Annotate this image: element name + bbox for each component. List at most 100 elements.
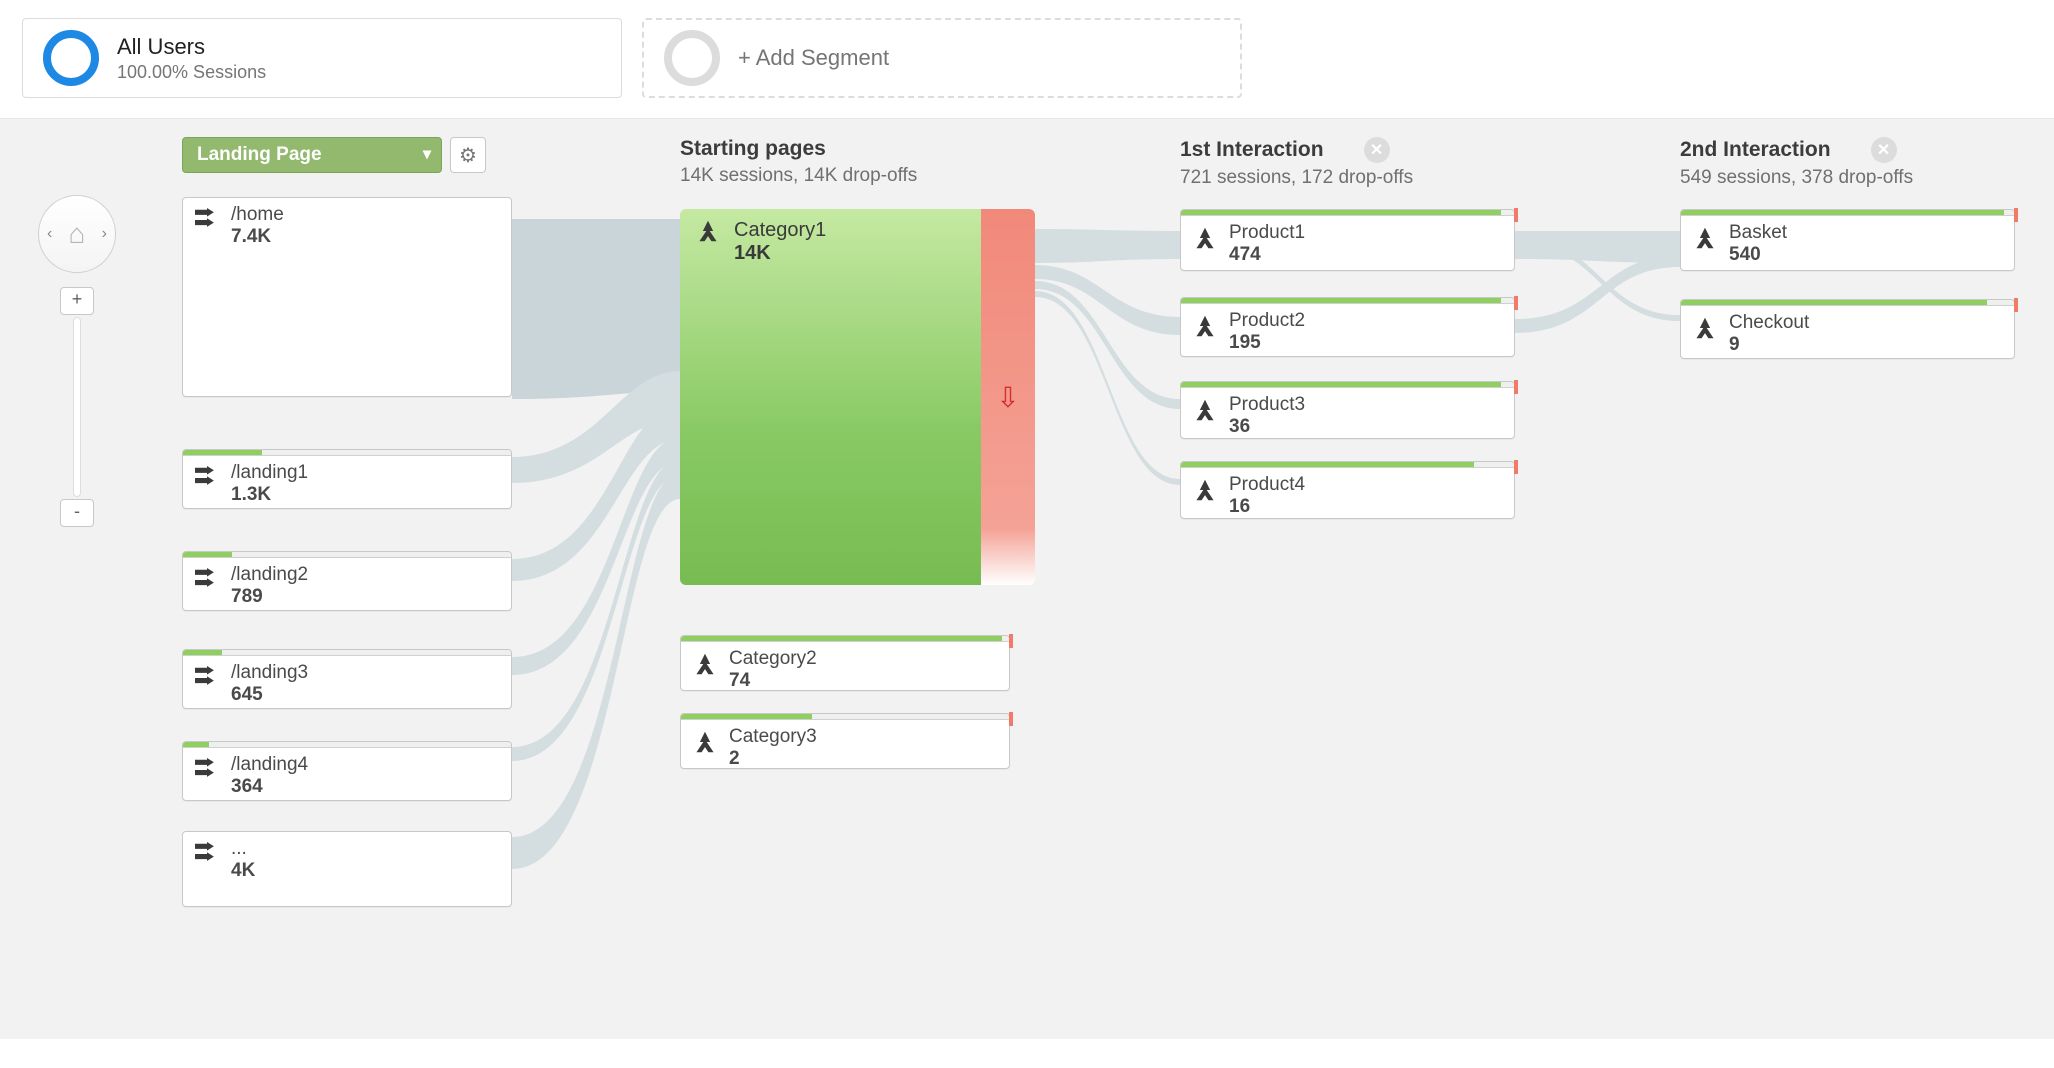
segment-all-users[interactable]: All Users 100.00% Sessions bbox=[22, 18, 622, 98]
source-node-more[interactable]: ... 4K bbox=[182, 831, 512, 907]
zoom-out-button[interactable]: - bbox=[60, 499, 94, 527]
node-label: /landing2 bbox=[231, 564, 308, 586]
node-value: 474 bbox=[1229, 244, 1305, 266]
column-subtitle: 721 sessions, 172 drop-offs bbox=[1180, 167, 1515, 189]
dimension-dropdown-label: Landing Page bbox=[197, 144, 322, 165]
interaction-node[interactable]: Product3 36 bbox=[1180, 381, 1515, 439]
column-title: 1st Interaction bbox=[1180, 138, 1324, 162]
source-node[interactable]: /landing1 1.3K bbox=[182, 449, 512, 509]
node-label: Product3 bbox=[1229, 394, 1305, 416]
source-node[interactable]: /landing4 364 bbox=[182, 741, 512, 801]
node-label: Checkout bbox=[1729, 312, 1809, 334]
interaction-node[interactable]: Checkout 9 bbox=[1680, 299, 2015, 359]
start-node-category1[interactable]: Category1 14K ⇩ bbox=[680, 209, 1035, 585]
node-value: 2 bbox=[729, 748, 817, 770]
column-subtitle: 14K sessions, 14K drop-offs bbox=[680, 165, 1035, 187]
zoom-in-button[interactable]: + bbox=[60, 287, 94, 315]
merge-icon bbox=[1691, 316, 1719, 340]
nav-controls: ‹ ⌂ › + - bbox=[38, 195, 116, 527]
source-node[interactable]: /landing3 645 bbox=[182, 649, 512, 709]
column-starting-pages: Starting pages 14K sessions, 14K drop-of… bbox=[680, 119, 1035, 1039]
node-value: 4K bbox=[231, 860, 255, 882]
column-sources: Landing Page ⚙ /home 7.4K bbox=[182, 119, 512, 1039]
chevron-right-icon[interactable]: › bbox=[102, 225, 107, 243]
node-label: /landing3 bbox=[231, 662, 308, 684]
node-value: 1.3K bbox=[231, 484, 308, 506]
merge-icon bbox=[691, 730, 719, 754]
entry-arrow-icon bbox=[193, 466, 221, 490]
node-label: /landing1 bbox=[231, 462, 308, 484]
node-value: 14K bbox=[734, 242, 826, 265]
dropoff-arrow-icon: ⇩ bbox=[996, 381, 1019, 414]
node-label: Category1 bbox=[734, 219, 826, 242]
dimension-dropdown[interactable]: Landing Page bbox=[182, 137, 442, 173]
node-label: /landing4 bbox=[231, 754, 308, 776]
entry-arrow-icon bbox=[193, 666, 221, 690]
entry-arrow-icon bbox=[193, 842, 221, 866]
node-value: 9 bbox=[1729, 334, 1809, 356]
interaction-node[interactable]: Product4 16 bbox=[1180, 461, 1515, 519]
add-segment[interactable]: + Add Segment bbox=[642, 18, 1242, 98]
remove-step-button[interactable]: ✕ bbox=[1364, 137, 1390, 163]
flow-canvas[interactable]: ‹ ⌂ › + - Landing Page bbox=[0, 119, 2054, 1039]
node-label: /home bbox=[231, 204, 284, 226]
interaction-node[interactable]: Basket 540 bbox=[1680, 209, 2015, 271]
column-header: 2nd Interaction ✕ 549 sessions, 378 drop… bbox=[1680, 137, 2015, 189]
node-label: Product2 bbox=[1229, 310, 1305, 332]
interaction-node[interactable]: Product2 195 bbox=[1180, 297, 1515, 357]
node-label: Basket bbox=[1729, 222, 1787, 244]
segment-placeholder-circle-icon bbox=[664, 30, 720, 86]
column-subtitle: 549 sessions, 378 drop-offs bbox=[1680, 167, 2015, 189]
zoom-rail[interactable] bbox=[73, 317, 81, 497]
zoom-slider[interactable]: + - bbox=[64, 287, 90, 527]
node-value: 645 bbox=[231, 684, 308, 706]
node-label: Product4 bbox=[1229, 474, 1305, 496]
node-label: ... bbox=[231, 838, 255, 860]
node-label: Product1 bbox=[1229, 222, 1305, 244]
interaction-node[interactable]: Product1 474 bbox=[1180, 209, 1515, 271]
column-1st-interaction: 1st Interaction ✕ 721 sessions, 172 drop… bbox=[1180, 119, 1515, 1039]
merge-icon bbox=[1191, 478, 1219, 502]
node-label: Category3 bbox=[729, 726, 817, 748]
merge-icon bbox=[1191, 314, 1219, 338]
segments-bar: All Users 100.00% Sessions + Add Segment bbox=[0, 0, 2054, 119]
node-value: 16 bbox=[1229, 496, 1305, 518]
node-value: 7.4K bbox=[231, 226, 284, 248]
source-node[interactable]: /home 7.4K bbox=[182, 197, 512, 397]
start-node[interactable]: Category2 74 bbox=[680, 635, 1010, 691]
node-value: 540 bbox=[1729, 244, 1787, 266]
close-icon: ✕ bbox=[1370, 140, 1383, 160]
merge-icon bbox=[1191, 226, 1219, 250]
remove-step-button[interactable]: ✕ bbox=[1871, 137, 1897, 163]
segment-circle-icon bbox=[43, 30, 99, 86]
node-value: 36 bbox=[1229, 416, 1305, 438]
entry-arrow-icon bbox=[193, 758, 221, 782]
merge-icon bbox=[691, 652, 719, 676]
entry-arrow-icon bbox=[193, 208, 221, 232]
node-value: 789 bbox=[231, 586, 308, 608]
gear-button[interactable]: ⚙ bbox=[450, 137, 486, 173]
column-header: Starting pages 14K sessions, 14K drop-of… bbox=[680, 137, 1035, 187]
segment-subtitle: 100.00% Sessions bbox=[117, 62, 266, 83]
start-node[interactable]: Category3 2 bbox=[680, 713, 1010, 769]
segment-title: All Users bbox=[117, 34, 266, 60]
column-header: 1st Interaction ✕ 721 sessions, 172 drop… bbox=[1180, 137, 1515, 189]
node-value: 74 bbox=[729, 670, 817, 692]
dimension-selector: Landing Page ⚙ bbox=[182, 137, 486, 173]
merge-icon bbox=[694, 219, 722, 243]
entry-arrow-icon bbox=[193, 568, 221, 592]
merge-icon bbox=[1691, 226, 1719, 250]
column-title: 2nd Interaction bbox=[1680, 138, 1831, 162]
gear-icon: ⚙ bbox=[459, 143, 477, 168]
home-icon[interactable]: ⌂ bbox=[69, 218, 86, 250]
node-label: Category2 bbox=[729, 648, 817, 670]
node-value: 364 bbox=[231, 776, 308, 798]
node-value: 195 bbox=[1229, 332, 1305, 354]
nav-pan-bubble[interactable]: ‹ ⌂ › bbox=[38, 195, 116, 273]
source-node[interactable]: /landing2 789 bbox=[182, 551, 512, 611]
merge-icon bbox=[1191, 398, 1219, 422]
column-title: Starting pages bbox=[680, 137, 1035, 161]
chevron-left-icon[interactable]: ‹ bbox=[47, 225, 52, 243]
add-segment-label: + Add Segment bbox=[738, 45, 889, 71]
close-icon: ✕ bbox=[1877, 140, 1890, 160]
